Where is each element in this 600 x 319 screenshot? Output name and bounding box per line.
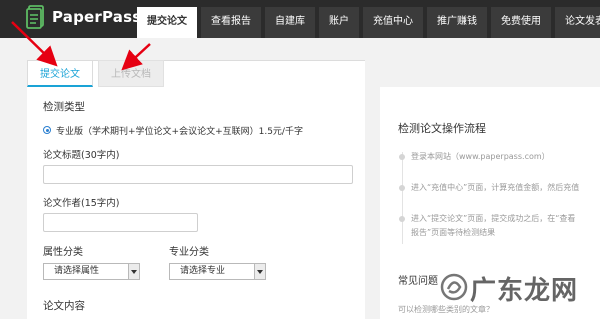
- nav-item-publish[interactable]: 论文发表: [555, 7, 600, 38]
- main-nav: 提交论文 查看报告 自建库 账户 充值中心 推广赚钱 免费使用 论文发表: [137, 7, 600, 38]
- attribute-category-select[interactable]: 请选择属性: [43, 263, 140, 280]
- flow-step-1: 登录本网站（www.paperpass.com）: [411, 152, 550, 161]
- paper-title-input[interactable]: [43, 165, 353, 184]
- top-navigation-bar: PaperPass 提交论文 查看报告 自建库 账户 充值中心 推广赚钱 免费使…: [0, 0, 600, 38]
- nav-item-custom-library[interactable]: 自建库: [265, 7, 315, 38]
- chevron-down-icon: [128, 264, 139, 279]
- paper-title-label: 论文标题(30字内): [43, 150, 120, 161]
- step-dot-icon: [399, 154, 405, 160]
- nav-item-account[interactable]: 账户: [319, 7, 359, 38]
- professional-version-option-label[interactable]: 专业版（学术期刊+学位论文+会议论文+互联网）1.5元/千字: [56, 124, 303, 137]
- faq-title: 常见问题: [398, 276, 438, 287]
- professional-version-radio[interactable]: [43, 126, 51, 134]
- step-dot-icon: [399, 185, 405, 191]
- detect-type-label: 检测类型: [43, 101, 85, 113]
- step-dot-icon: [399, 216, 405, 222]
- form-tabs: 提交论文 上传文档: [27, 60, 164, 87]
- nav-item-promotion[interactable]: 推广赚钱: [427, 7, 487, 38]
- paperpass-logo-icon: [26, 5, 46, 29]
- nav-item-view-report[interactable]: 查看报告: [201, 7, 261, 38]
- nav-item-free-use[interactable]: 免费使用: [491, 7, 551, 38]
- watermark-text: 广东龙网: [470, 276, 579, 306]
- paper-content-label: 论文内容: [43, 300, 85, 312]
- watermark-logo-icon: [440, 273, 468, 301]
- paper-author-input[interactable]: [43, 213, 198, 232]
- major-category-select[interactable]: 请选择专业: [169, 263, 266, 280]
- major-category-label: 专业分类: [169, 247, 209, 258]
- flow-step-3: 进入“提交论文”页面，提交成功之后，在“查看: [411, 214, 576, 223]
- flow-step-3-continued: 报告”页面等待检测结果: [411, 228, 496, 237]
- attribute-category-select-value: 请选择属性: [54, 266, 100, 276]
- nav-item-submit-paper[interactable]: 提交论文: [137, 7, 197, 38]
- logo-text: PaperPass: [52, 8, 142, 26]
- major-category-select-value: 请选择专业: [180, 266, 226, 276]
- flow-step-2: 进入“充值中心”页面，计算充值金额，然后充值: [411, 183, 580, 192]
- flow-title: 检测论文操作流程: [398, 122, 486, 135]
- attribute-category-label: 属性分类: [43, 247, 83, 258]
- nav-item-recharge[interactable]: 充值中心: [363, 7, 423, 38]
- logo[interactable]: PaperPass: [26, 5, 141, 29]
- timeline-line: [402, 152, 403, 244]
- chevron-down-icon: [254, 264, 265, 279]
- tab-upload-document[interactable]: 上传文档: [98, 60, 164, 87]
- paper-author-label: 论文作者(15字内): [43, 198, 120, 209]
- tab-submit-paper[interactable]: 提交论文: [27, 60, 93, 87]
